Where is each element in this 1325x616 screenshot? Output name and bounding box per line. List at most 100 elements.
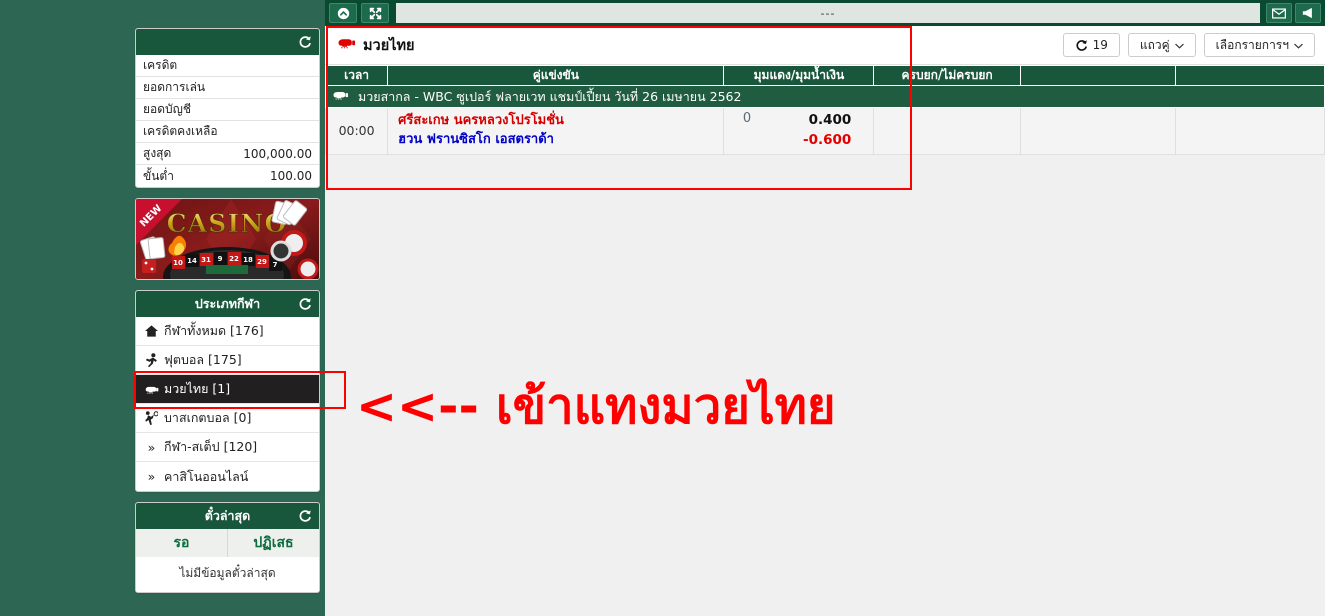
match-rounds-odds[interactable] — [873, 107, 1021, 155]
refresh-icon — [1076, 39, 1087, 51]
balance-row: เครดิต — [136, 55, 319, 77]
boxing-glove-icon — [144, 384, 159, 395]
match-extra-1[interactable] — [1019, 107, 1177, 155]
balance-rows: เครดิต ยอดการเล่น ยอดบัญชี เครดิตคงเหลือ… — [136, 55, 319, 187]
ticket-refresh-button[interactable] — [298, 509, 312, 523]
balance-label: เครดิตคงเหลือ — [143, 124, 218, 138]
chevron-down-icon — [1294, 38, 1303, 52]
odds-home[interactable]: 0.400 — [769, 111, 852, 131]
home-fighter[interactable]: ศรีสะเกษ นครหลวงโปรโมชั่น — [398, 112, 723, 131]
balance-label: สูงสุด — [143, 146, 172, 160]
odds-table-header-row: เวลา คู่แข่งขัน มุมแดง/มุมน้ำเงิน ครบยก/… — [324, 65, 1325, 86]
balance-value: 100,000.00 — [243, 146, 312, 161]
sidebar-item-basketball[interactable]: บาสเกตบอล [0] — [136, 404, 319, 433]
svg-text:29: 29 — [257, 258, 267, 266]
basketball-player-icon — [144, 411, 159, 425]
row-mode-select[interactable]: แถวคู่ — [1127, 33, 1196, 57]
sidebar: เครดิต ยอดการเล่น ยอดบัญชี เครดิตคงเหลือ… — [135, 28, 320, 603]
score-value: 0 — [742, 111, 752, 126]
casino-banner[interactable]: CASINO 10 14 31 9 22 18 29 7 NEW — [135, 198, 320, 280]
refresh-counter-label: 19 — [1092, 38, 1108, 52]
sidebar-item-football[interactable]: ฟุตบอล [175] — [136, 346, 319, 375]
league-cell: มวยสากล - WBC ซูเปอร์ ฟลายเวท แชมป์เปี้ย… — [325, 85, 1325, 108]
match-teams: ศรีสะเกษ นครหลวงโปรโมชั่น ฮวน ฟรานซิสโก … — [387, 107, 725, 155]
odds-table-head: เวลา คู่แข่งขัน มุมแดง/มุมน้ำเงิน ครบยก/… — [324, 65, 1325, 86]
balance-row: ขั้นต่ำ 100.00 — [136, 165, 319, 187]
svg-text:CASINO: CASINO — [167, 209, 288, 238]
col-header-match: คู่แข่งขัน — [387, 65, 725, 86]
marquee-text: --- — [396, 3, 1260, 23]
balance-label: ขั้นต่ำ — [143, 168, 174, 183]
balance-row: เครดิตคงเหลือ — [136, 121, 319, 143]
messages-button[interactable] — [1266, 3, 1292, 23]
ticket-panel-header: ตั๋วล่าสุด — [136, 503, 319, 529]
top-bar-actions — [1266, 3, 1321, 23]
ticket-tabs: รอ ปฏิเสธ — [136, 529, 319, 557]
chevron-down-icon — [1174, 38, 1184, 52]
svg-text:7: 7 — [273, 261, 278, 269]
svg-text:14: 14 — [187, 257, 197, 265]
sidebar-item-online-casino[interactable]: » คาสิโนออนไลน์ — [136, 462, 319, 491]
balance-label: ยอดบัญชี — [143, 102, 192, 116]
col-header-corner-odds: มุมแดง/มุมน้ำเงิน — [723, 65, 875, 86]
sidebar-item-muay-thai[interactable]: มวยไทย [1] — [136, 375, 319, 404]
ticket-tab-rejected[interactable]: ปฏิเสธ — [227, 529, 319, 557]
expand-arrows-icon — [369, 7, 381, 19]
balance-panel: เครดิต ยอดการเล่น ยอดบัญชี เครดิตคงเหลือ… — [135, 28, 320, 188]
boxing-glove-icon — [337, 36, 356, 54]
list-filter-label: เลือกรายการฯ — [1215, 37, 1289, 52]
col-header-extra-1 — [1019, 65, 1177, 86]
league-name: มวยสากล - WBC ซูเปอร์ ฟลายเวท แชมป์เปี้ย… — [358, 88, 742, 104]
ticket-panel-title: ตั๋วล่าสุด — [204, 508, 251, 523]
sports-panel-title: ประเภทกีฬา — [194, 296, 261, 311]
refresh-icon — [299, 510, 311, 522]
away-fighter[interactable]: ฮวน ฟรานซิสโก เอสตราด้า — [398, 131, 723, 150]
league-row[interactable]: มวยสากล - WBC ซูเปอร์ ฟลายเวท แชมป์เปี้ย… — [325, 85, 1325, 108]
sidebar-item-label: บาสเกตบอล [0] — [164, 410, 252, 425]
page-title-text: มวยไทย — [363, 37, 415, 54]
list-filter-select[interactable]: เลือกรายการฯ — [1203, 33, 1315, 57]
odds-table: เวลา คู่แข่งขัน มุมแดง/มุมน้ำเงิน ครบยก/… — [324, 65, 1325, 155]
balance-row: สูงสุด 100,000.00 — [136, 143, 319, 165]
balance-row: ยอดการเล่น — [136, 77, 319, 99]
odds-table-body: มวยสากล - WBC ซูเปอร์ ฟลายเวท แชมป์เปี้ย… — [324, 85, 1325, 155]
svg-text:31: 31 — [201, 256, 211, 264]
svg-text:22: 22 — [229, 255, 239, 263]
col-header-extra-2 — [1175, 65, 1325, 86]
sidebar-item-sports-step[interactable]: » กีฬา-สเต็ป [120] — [136, 433, 319, 462]
sidebar-item-all-sports[interactable]: กีฬาทั้งหมด [176] — [136, 317, 319, 346]
refresh-counter-button[interactable]: 19 — [1062, 33, 1120, 57]
sports-refresh-button[interactable] — [298, 297, 312, 311]
svg-text:10: 10 — [173, 259, 183, 267]
balance-refresh-button[interactable] — [298, 35, 312, 49]
sidebar-item-label: คาสิโนออนไลน์ — [164, 468, 249, 484]
refresh-icon — [299, 298, 311, 310]
match-score: 0 0.400 -0.600 — [723, 107, 875, 155]
collapse-button[interactable] — [329, 3, 357, 23]
sports-panel: ประเภทกีฬา กีฬาทั้งหมด [176] ฟุตบอล [175… — [135, 290, 320, 492]
sports-panel-header: ประเภทกีฬา — [136, 291, 319, 317]
chevron-double-icon: » — [147, 469, 156, 484]
balance-panel-header — [136, 29, 319, 55]
match-time: 00:00 — [324, 107, 389, 155]
balance-label: เครดิต — [143, 58, 178, 72]
refresh-icon — [299, 36, 311, 48]
svg-text:18: 18 — [243, 256, 253, 264]
table-row[interactable]: 00:00 ศรีสะเกษ นครหลวงโปรโมชั่น ฮวน ฟราน… — [324, 107, 1325, 155]
chevron-double-icon: » — [147, 439, 156, 455]
sidebar-item-label: มวยไทย [1] — [164, 381, 231, 396]
home-icon — [144, 325, 159, 337]
casino-banner-image: CASINO 10 14 31 9 22 18 29 7 NEW — [136, 199, 319, 279]
sidebar-item-label: กีฬา-สเต็ป [120] — [164, 439, 258, 454]
col-header-time: เวลา — [324, 65, 389, 86]
announcement-button[interactable] — [1295, 3, 1321, 23]
fullscreen-button[interactable] — [361, 3, 389, 23]
soccer-player-icon — [144, 353, 159, 367]
ticket-tab-waiting[interactable]: รอ — [136, 529, 227, 557]
match-extra-2[interactable] — [1175, 107, 1325, 155]
app-root: --- เครดิต ยอดการเล่น ยอดบัญชี เครดิตคงเ… — [0, 0, 1325, 616]
row-mode-label: แถวคู่ — [1139, 37, 1170, 52]
latest-ticket-panel: ตั๋วล่าสุด รอ ปฏิเสธ ไม่มีข้อมูลตั๋วล่าส… — [135, 502, 320, 593]
balance-label: ยอดการเล่น — [143, 80, 206, 94]
odds-away[interactable]: -0.600 — [769, 131, 851, 151]
